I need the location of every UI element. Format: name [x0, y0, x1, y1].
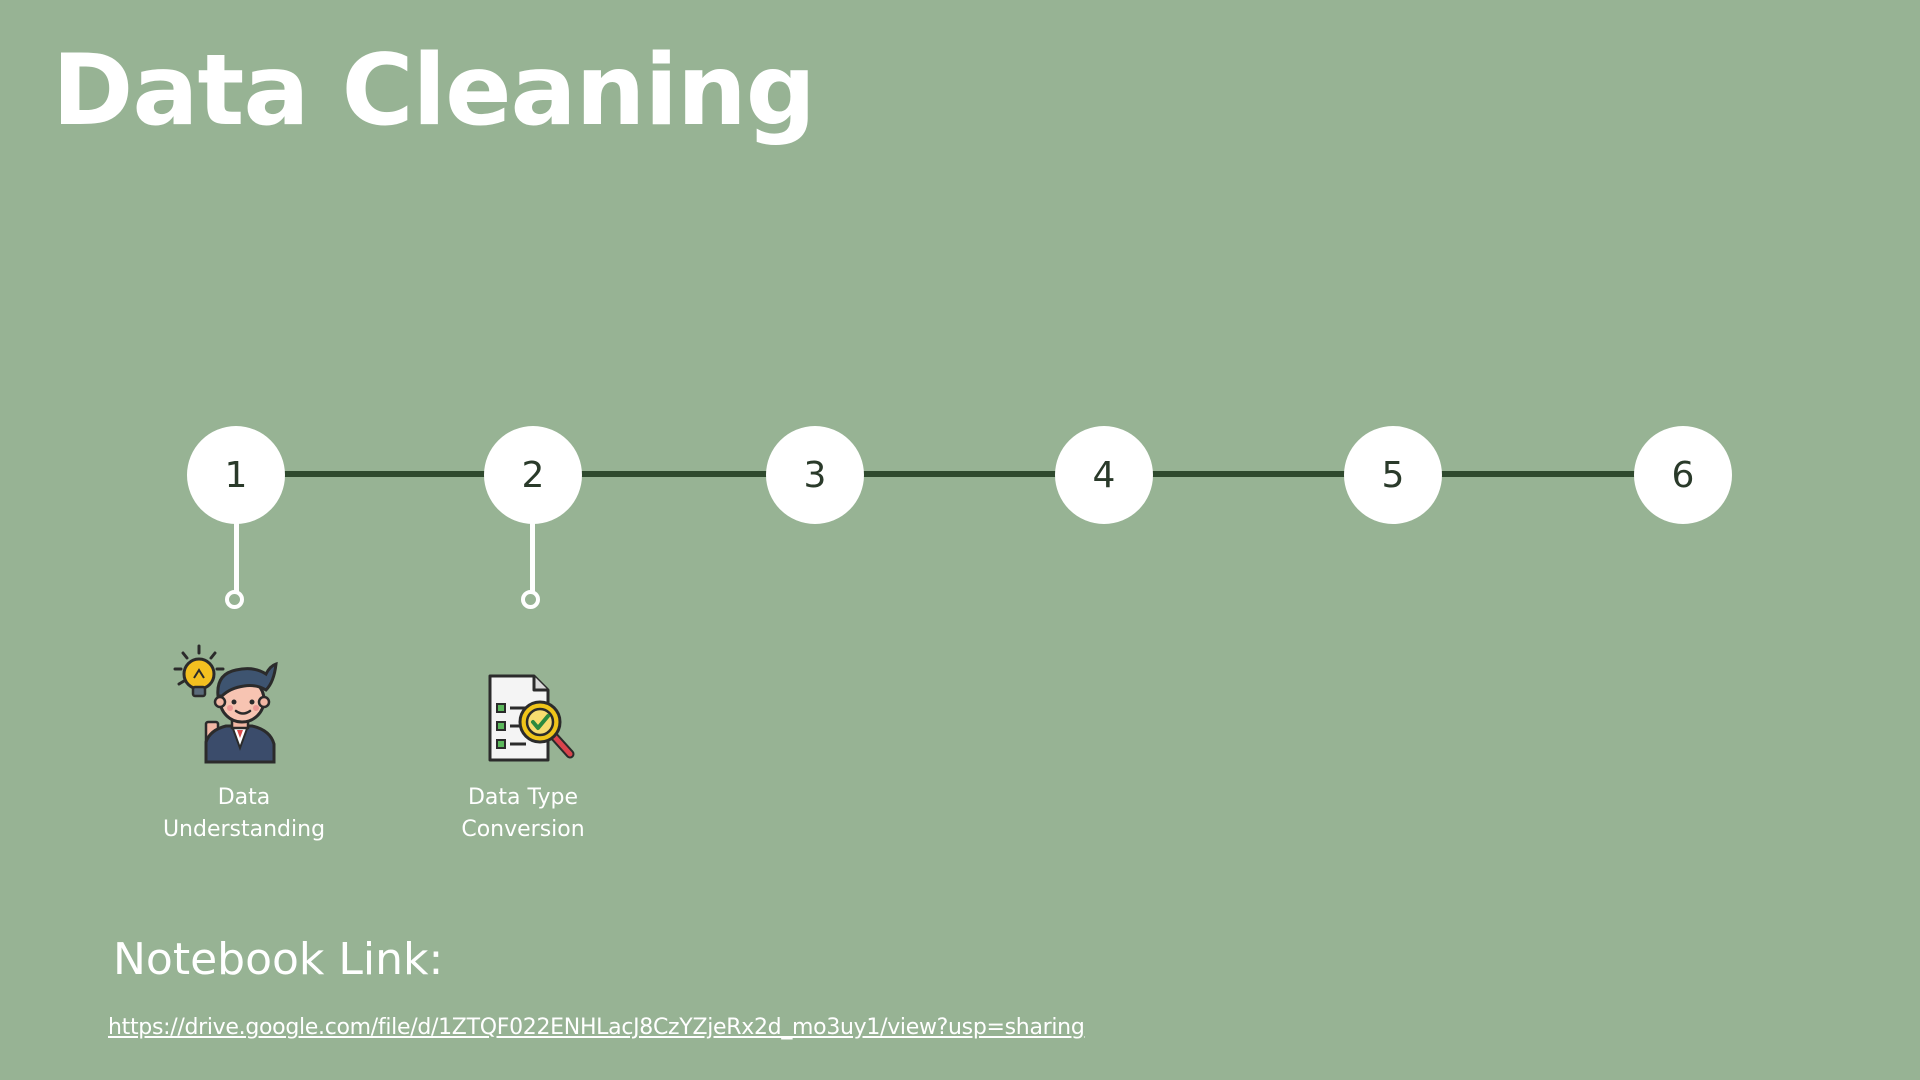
idea-person-icon: [170, 644, 288, 768]
step-1-circle: 1: [187, 426, 285, 524]
step-4-circle: 4: [1055, 426, 1153, 524]
notebook-link[interactable]: https://drive.google.com/file/d/1ZTQF022…: [108, 1015, 1085, 1040]
step-3-circle: 3: [766, 426, 864, 524]
step-2-label-line1: Data Type: [467, 785, 579, 810]
document-check-icon: [486, 672, 578, 768]
page-title: Data Cleaning: [52, 34, 816, 148]
step-2-label-line2: Conversion: [461, 817, 585, 842]
step-2-connector: [530, 522, 535, 594]
step-1-label-line1: Data: [217, 785, 271, 810]
step-1-connector-dot: [225, 590, 244, 609]
step-2-label: Data Type Conversion: [413, 782, 633, 846]
step-2-connector-dot: [521, 590, 540, 609]
step-1-label: Data Understanding: [134, 782, 354, 846]
step-6-circle: 6: [1634, 426, 1732, 524]
step-1-connector: [234, 522, 239, 594]
step-1-label-line2: Understanding: [162, 817, 326, 842]
step-5-circle: 5: [1344, 426, 1442, 524]
notebook-heading: Notebook Link:: [113, 934, 444, 985]
step-2-circle: 2: [484, 426, 582, 524]
timeline-line: [236, 471, 1684, 477]
